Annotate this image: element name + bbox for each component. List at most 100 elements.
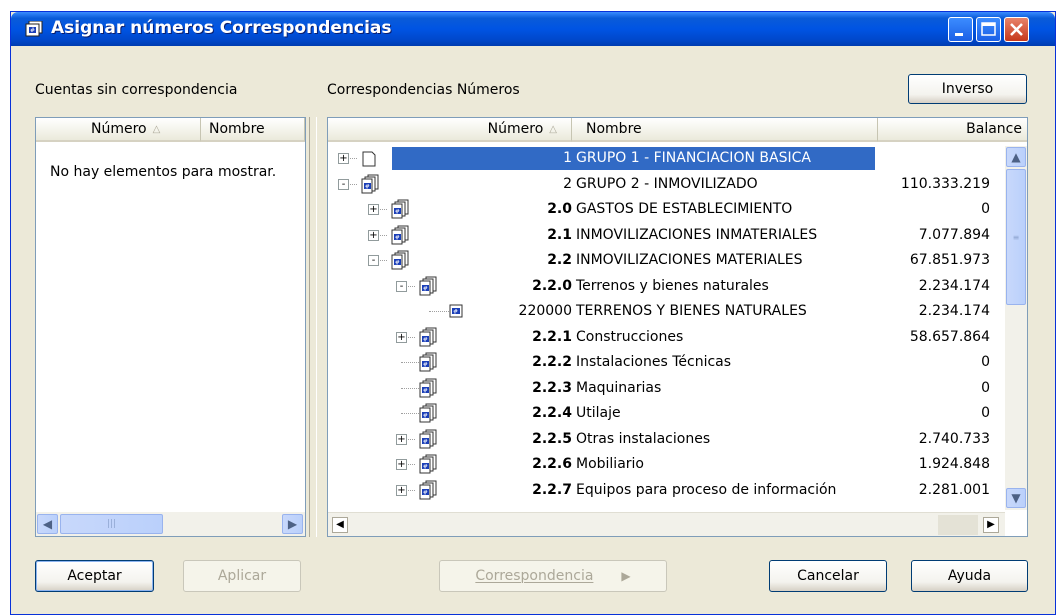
row-number: 220000 [518, 303, 572, 319]
unmatched-accounts-label: Cuentas sin correspondencia [35, 82, 238, 98]
expand-icon[interactable]: + [396, 331, 407, 343]
scroll-grip-icon: ≡ [1012, 232, 1020, 242]
row-number: 1 [563, 150, 572, 166]
row-number: 2.2.1 [532, 328, 572, 345]
stacked-docs-icon: # [419, 276, 437, 295]
close-button[interactable] [1004, 17, 1029, 42]
row-number: 2.2.6 [532, 456, 572, 472]
unmatched-accounts-list[interactable]: Número △ Nombre No hay elementos para mo… [35, 117, 306, 537]
scroll-down-button[interactable]: ▼ [1006, 488, 1026, 508]
maximize-icon [981, 22, 996, 36]
tree-row[interactable]: #2.2.3 Maquinarias 0 [328, 376, 990, 401]
scroll-left-button[interactable]: ◀ [37, 514, 58, 534]
tree-row[interactable]: + #2.2.5 Otras instalaciones 2.740.733 [328, 427, 990, 452]
row-number: 2.2.0 [532, 277, 572, 294]
tree-row[interactable]: + #2.1 INMOVILIZACIONES INMATERIALES 7.077.… [328, 223, 990, 248]
tree-column-header-balance[interactable]: Balance [878, 118, 1027, 142]
tree-row[interactable]: #2.2.2 Instalaciones Técnicas 0 [328, 350, 990, 375]
collapse-icon[interactable]: - [338, 178, 349, 190]
scroll-up-button[interactable]: ▲ [1006, 147, 1026, 167]
svg-text:#: # [395, 234, 400, 241]
svg-text:#: # [423, 489, 428, 496]
single-doc-icon: # [449, 304, 463, 318]
tree-vscrollbar[interactable]: ▲ ≡ ▼ [1005, 146, 1027, 510]
dialog-window: # Asignar números Correspondencias Cuent… [10, 11, 1056, 615]
title-bar[interactable]: # Asignar números Correspondencias [11, 12, 1055, 46]
tree-row[interactable]: - #2 GRUPO 2 - INMOVILIZADO 110.333.219 [328, 172, 990, 197]
row-balance: 110.333.219 [900, 175, 990, 192]
tree-hscrollbar[interactable]: ◀ ▶ [328, 512, 1005, 536]
row-balance: 2.740.733 [918, 430, 990, 447]
tree-hscroll-thumb[interactable] [938, 515, 978, 535]
tree-row[interactable]: - #2.2 INMOVILIZACIONES MATERIALES 67.851.9… [328, 248, 990, 273]
svg-text:#: # [423, 336, 428, 343]
row-name: Construcciones [576, 328, 684, 345]
row-name: INMOVILIZACIONES INMATERIALES [576, 226, 818, 243]
tree-row[interactable]: #2.2.4 Utilaje 0 [328, 401, 990, 426]
row-number: 2.1 [547, 226, 572, 243]
arrow-right-icon: ▶ [987, 519, 995, 530]
row-name: Utilaje [576, 405, 621, 421]
play-arrow-icon: ▶ [621, 569, 631, 583]
expand-icon[interactable]: + [396, 484, 407, 496]
empty-list-message: No hay elementos para mostrar. [50, 164, 277, 180]
hscroll-thumb[interactable]: ||| [60, 514, 163, 534]
tree-row[interactable]: #220000 TERRENOS Y BIENES NATURALES 2.234.… [328, 299, 990, 324]
minimize-button[interactable] [948, 17, 973, 42]
row-balance: 2.234.174 [918, 277, 990, 294]
tree-column-header-numero[interactable]: Número △ [328, 118, 572, 142]
row-number: 2.2.2 [532, 354, 572, 370]
maximize-button[interactable] [976, 17, 1001, 42]
tree-column-header-nombre[interactable]: Nombre [572, 118, 878, 142]
panel-splitter[interactable] [309, 117, 317, 537]
expand-icon[interactable]: + [338, 153, 349, 164]
stacked-docs-icon: # [391, 199, 409, 219]
expand-icon[interactable]: + [368, 204, 379, 215]
stacked-docs-icon: # [419, 403, 437, 423]
expand-icon[interactable]: + [368, 229, 379, 241]
svg-text:#: # [423, 285, 428, 292]
tree-row[interactable]: - #2.2.0 Terrenos y bienes naturales 2.234.… [328, 274, 990, 299]
tree-scroll-left-button[interactable]: ◀ [332, 517, 348, 533]
expand-icon[interactable]: + [396, 433, 407, 445]
svg-text:#: # [423, 438, 428, 445]
vscroll-thumb[interactable]: ≡ [1006, 169, 1026, 305]
svg-text:#: # [395, 260, 400, 267]
row-balance: 7.077.894 [918, 226, 990, 243]
inverso-button[interactable]: Inverso [908, 74, 1027, 104]
svg-text:#: # [365, 183, 370, 190]
row-balance: 2.234.174 [918, 303, 990, 319]
tree-row[interactable]: + #2.0 GASTOS DE ESTABLECIMIENTO 0 [328, 197, 990, 222]
arrow-down-icon: ▼ [1011, 491, 1021, 505]
expand-icon[interactable]: + [396, 459, 407, 470]
tree-row[interactable]: + #2.2.6 Mobiliario 1.924.848 [328, 452, 990, 477]
scroll-right-button[interactable]: ▶ [282, 514, 303, 534]
collapse-icon[interactable]: - [396, 280, 407, 292]
close-icon [1010, 23, 1023, 36]
svg-text:#: # [30, 27, 35, 34]
tree-column-header-balance-label: Balance [966, 121, 1022, 137]
collapse-icon[interactable]: - [368, 255, 379, 266]
tree-rows: +1 GRUPO 1 - FINANCIACION BASICA -159.817.… [328, 146, 1008, 510]
row-balance: 58.657.864 [909, 328, 990, 345]
stacked-docs-icon: # [419, 454, 437, 474]
correspondencia-button[interactable]: Correspondencia ▶ [439, 560, 667, 592]
tree-row[interactable]: + #2.2.1 Construcciones 58.657.864 [328, 325, 990, 350]
ayuda-button[interactable]: Ayuda [911, 560, 1028, 592]
aplicar-button[interactable]: Aplicar [183, 560, 301, 592]
left-hscrollbar[interactable]: ◀ ||| ▶ [36, 512, 305, 536]
aceptar-button[interactable]: Aceptar [35, 560, 154, 592]
tree-column-header-nombre-label: Nombre [586, 121, 642, 137]
cancelar-button[interactable]: Cancelar [769, 560, 887, 592]
row-balance: 1.924.848 [918, 456, 990, 472]
column-header-numero[interactable]: Número △ [36, 118, 201, 142]
sort-arrow-icon: △ [152, 123, 161, 135]
stacked-docs-icon: # [419, 352, 437, 372]
row-name: Terrenos y bienes naturales [576, 277, 769, 294]
correspondences-tree[interactable]: Número △ Nombre Balance +1 GRUPO 1 - FINA… [327, 117, 1028, 537]
tree-row[interactable]: +1 GRUPO 1 - FINANCIACION BASICA -159.817.… [328, 146, 990, 171]
column-header-nombre[interactable]: Nombre [201, 118, 305, 142]
tree-scroll-right-button[interactable]: ▶ [983, 517, 999, 533]
row-balance: 2.281.001 [918, 481, 990, 498]
tree-row[interactable]: + #2.2.7 Equipos para proceso de informaci… [328, 478, 990, 503]
